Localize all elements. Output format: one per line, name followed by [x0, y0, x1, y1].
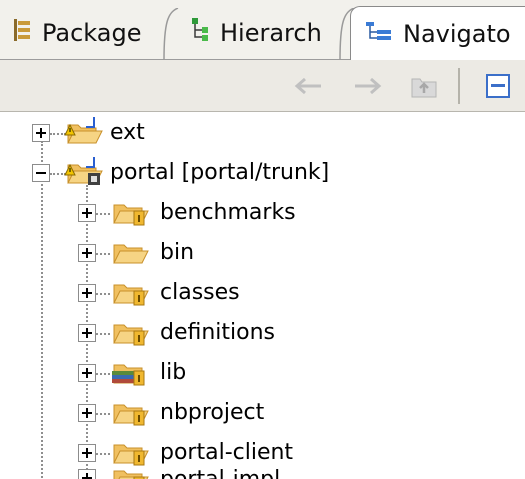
collapse-all-button[interactable]	[482, 70, 514, 102]
tree-item-label[interactable]: classes	[160, 277, 240, 309]
expand-toggle[interactable]	[78, 324, 96, 342]
tree-item-label[interactable]: nbproject	[160, 397, 264, 429]
collapse-toggle[interactable]	[32, 164, 50, 182]
forward-button[interactable]	[352, 70, 384, 102]
tree-item-label[interactable]: portal [portal/trunk]	[110, 157, 329, 189]
versioned-folder-icon	[113, 470, 149, 479]
folder-icon	[113, 244, 149, 264]
tree-item-label[interactable]: portal-impl	[160, 464, 280, 479]
expand-toggle[interactable]	[78, 284, 96, 302]
hierarchy-icon	[190, 17, 210, 49]
tab-hierarchy-label: Hierarch	[220, 19, 322, 47]
expand-toggle[interactable]	[78, 204, 96, 222]
tree-item-label[interactable]: bin	[160, 237, 194, 269]
up-button[interactable]	[408, 70, 440, 102]
expand-toggle[interactable]	[78, 469, 96, 479]
back-arrow-icon	[294, 77, 321, 95]
tab-navigator-label: Navigato	[403, 20, 511, 48]
tree-connector-line	[96, 253, 110, 255]
expand-toggle[interactable]	[78, 244, 96, 262]
svn-project-folder-icon	[64, 157, 103, 185]
versioned-folder-icon	[113, 204, 149, 226]
tree-connector-line	[96, 413, 110, 415]
tree-item-label[interactable]: benchmarks	[160, 197, 296, 229]
tab-hierarchy[interactable]: Hierarch	[172, 6, 348, 60]
forward-arrow-icon	[355, 77, 382, 95]
tree-connector-line	[96, 453, 110, 455]
versioned-folder-icon	[113, 324, 149, 346]
tab-navigator[interactable]: Navigato	[350, 6, 525, 61]
shared-project-folder-icon	[64, 117, 103, 144]
tree-connector-line	[96, 293, 110, 295]
tab-package-explorer[interactable]: Package	[0, 6, 172, 60]
tree-item-label[interactable]: ext	[110, 117, 145, 149]
package-explorer-icon	[12, 18, 32, 48]
navigator-tree: ext portal [portal/trunk] benchmarks bin…	[0, 113, 525, 479]
tree-connector-line	[41, 141, 43, 479]
toolbar-divider	[458, 68, 460, 104]
tree-connector-line	[96, 213, 110, 215]
tree-connector-line	[96, 333, 110, 335]
expand-toggle[interactable]	[32, 124, 50, 142]
expand-toggle[interactable]	[78, 444, 96, 462]
navigator-toolbar	[0, 60, 525, 112]
expand-toggle[interactable]	[78, 364, 96, 382]
tab-package-label: Package	[42, 19, 142, 47]
collapse-all-icon	[486, 74, 510, 98]
tree-item-label[interactable]: definitions	[160, 317, 275, 349]
up-folder-icon	[411, 78, 437, 98]
tree-connector-line	[96, 373, 110, 375]
versioned-folder-icon	[113, 284, 149, 306]
versioned-folder-icon	[113, 404, 149, 426]
library-folder-icon	[112, 364, 145, 386]
navigator-icon	[365, 20, 393, 48]
back-button[interactable]	[292, 70, 324, 102]
expand-toggle[interactable]	[78, 404, 96, 422]
view-tab-strip: Package Hierarch Navigato	[0, 0, 525, 61]
tree-item-label[interactable]: lib	[160, 357, 186, 389]
